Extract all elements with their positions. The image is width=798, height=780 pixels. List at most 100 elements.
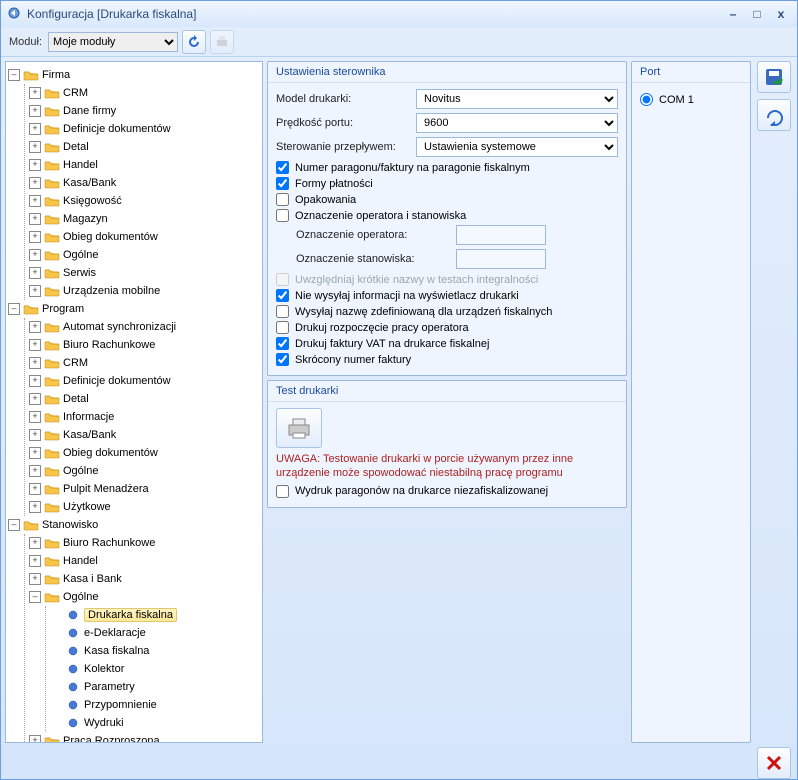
refresh-button[interactable] [182, 30, 206, 54]
test-printer-button[interactable] [276, 408, 322, 448]
tree-toggle-icon[interactable]: + [29, 483, 41, 495]
print-button[interactable] [210, 30, 234, 54]
tree-row[interactable]: +Obieg dokumentów [29, 444, 260, 462]
tree-row[interactable]: +Handel [29, 552, 260, 570]
folder-icon [44, 194, 60, 208]
tree-toggle-icon[interactable]: + [29, 537, 41, 549]
test-title: Test drukarki [268, 381, 626, 402]
tree-row[interactable]: +Detal [29, 138, 260, 156]
tree-toggle-icon[interactable]: + [29, 447, 41, 459]
minimize-button[interactable]: – [723, 6, 743, 22]
tree-row[interactable]: e-Deklaracje [50, 624, 260, 642]
cb-packaging[interactable] [276, 193, 289, 206]
tree-row[interactable]: +Biuro Rachunkowe [29, 534, 260, 552]
tree-toggle-icon[interactable]: – [29, 591, 41, 603]
tree-row[interactable]: Wydruki [50, 714, 260, 732]
tree-toggle-icon[interactable]: + [29, 267, 41, 279]
tree-toggle-icon[interactable]: + [29, 87, 41, 99]
tree-row[interactable]: Przypomnienie [50, 696, 260, 714]
cb-print-start[interactable] [276, 321, 289, 334]
tree-row[interactable]: +Automat synchronizacji [29, 318, 260, 336]
close-dialog-button[interactable] [757, 747, 791, 779]
tree-row[interactable]: +Magazyn [29, 210, 260, 228]
tree-toggle-icon[interactable]: + [29, 105, 41, 117]
tree-toggle-icon[interactable]: – [8, 519, 20, 531]
module-select[interactable]: Moje moduły [48, 32, 178, 52]
window-title: Konfiguracja [Drukarka fiskalna] [27, 7, 196, 21]
flow-select[interactable]: Ustawienia systemowe [416, 137, 618, 157]
tree-row[interactable]: Kolektor [50, 660, 260, 678]
tree-row[interactable]: +Ogólne [29, 462, 260, 480]
tree-toggle-icon[interactable]: + [29, 213, 41, 225]
tree-toggle-icon[interactable]: + [29, 357, 41, 369]
close-button[interactable]: x [771, 6, 791, 22]
tree-toggle-icon[interactable]: – [8, 69, 20, 81]
tree-row[interactable]: +CRM [29, 84, 260, 102]
tree-row[interactable]: +Kasa i Bank [29, 570, 260, 588]
cb-short-num[interactable] [276, 353, 289, 366]
tree-row[interactable]: +Praca Rozproszona [29, 732, 260, 742]
tree-row[interactable]: +Handel [29, 156, 260, 174]
tree-scroll[interactable]: –Firma+CRM+Dane firmy+Definicje dokument… [6, 62, 262, 742]
station-input[interactable] [456, 249, 546, 269]
tree-row[interactable]: +Biuro Rachunkowe [29, 336, 260, 354]
tree-row[interactable]: +CRM [29, 354, 260, 372]
cb-nonfiscal[interactable] [276, 485, 289, 498]
speed-select[interactable]: 9600 [416, 113, 618, 133]
tree-row[interactable]: +Definicje dokumentów [29, 120, 260, 138]
tree-toggle-icon[interactable]: + [29, 249, 41, 261]
tree-row[interactable]: +Pulpit Menadżera [29, 480, 260, 498]
tree-row[interactable]: +Informacje [29, 408, 260, 426]
cb-operator-mark[interactable] [276, 209, 289, 222]
tree-row[interactable]: –Firma [8, 66, 260, 84]
tree-toggle-icon[interactable]: + [29, 375, 41, 387]
tree-row[interactable]: +Księgowość [29, 192, 260, 210]
tree-row[interactable]: +Serwis [29, 264, 260, 282]
tree-row[interactable]: +Użytkowe [29, 498, 260, 516]
node-icon [65, 680, 81, 694]
tree-row[interactable]: Kasa fiskalna [50, 642, 260, 660]
tree-row[interactable]: +Kasa/Bank [29, 426, 260, 444]
save-button[interactable] [757, 61, 791, 93]
tree-row[interactable]: +Detal [29, 390, 260, 408]
cb-send-name[interactable] [276, 305, 289, 318]
tree-row[interactable]: +Definicje dokumentów [29, 372, 260, 390]
cb-print-vat[interactable] [276, 337, 289, 350]
cb-payment[interactable] [276, 177, 289, 190]
tree-row[interactable]: +Urządzenia mobilne [29, 282, 260, 300]
tree-row[interactable]: –Stanowisko [8, 516, 260, 534]
tree-row[interactable]: –Ogólne [29, 588, 260, 606]
port-com1-radio[interactable] [640, 93, 653, 106]
tree-toggle-icon[interactable]: + [29, 393, 41, 405]
tree-toggle-icon[interactable]: + [29, 573, 41, 585]
tree-row[interactable]: +Dane firmy [29, 102, 260, 120]
tree-toggle-icon[interactable]: + [29, 285, 41, 297]
tree-toggle-icon[interactable]: – [8, 303, 20, 315]
tree-toggle-icon[interactable]: + [29, 159, 41, 171]
tree-row[interactable]: +Kasa/Bank [29, 174, 260, 192]
tree-row[interactable]: Drukarka fiskalna [50, 606, 260, 624]
revert-button[interactable] [757, 99, 791, 131]
tree-toggle-icon[interactable]: + [29, 735, 41, 742]
model-select[interactable]: Novitus [416, 89, 618, 109]
cb-receipt[interactable] [276, 161, 289, 174]
cb-no-display[interactable] [276, 289, 289, 302]
tree-toggle-icon[interactable]: + [29, 555, 41, 567]
maximize-button[interactable]: □ [747, 6, 767, 22]
tree-row[interactable]: +Obieg dokumentów [29, 228, 260, 246]
operator-input[interactable] [456, 225, 546, 245]
tree-row[interactable]: Parametry [50, 678, 260, 696]
tree-row[interactable]: –Program [8, 300, 260, 318]
tree-toggle-icon[interactable]: + [29, 411, 41, 423]
tree-toggle-icon[interactable]: + [29, 195, 41, 207]
tree-toggle-icon[interactable]: + [29, 141, 41, 153]
tree-toggle-icon[interactable]: + [29, 231, 41, 243]
tree-toggle-icon[interactable]: + [29, 429, 41, 441]
tree-row[interactable]: +Ogólne [29, 246, 260, 264]
tree-toggle-icon[interactable]: + [29, 339, 41, 351]
tree-toggle-icon[interactable]: + [29, 501, 41, 513]
tree-toggle-icon[interactable]: + [29, 123, 41, 135]
tree-toggle-icon[interactable]: + [29, 321, 41, 333]
tree-toggle-icon[interactable]: + [29, 177, 41, 189]
tree-toggle-icon[interactable]: + [29, 465, 41, 477]
